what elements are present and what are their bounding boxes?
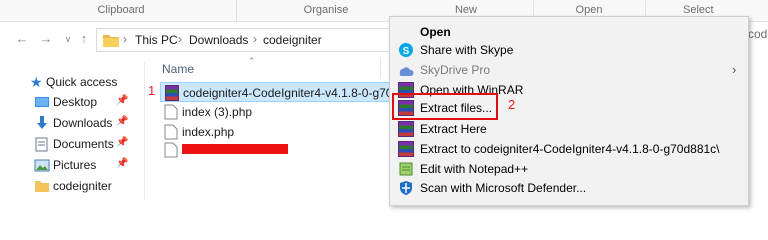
desktop-icon bbox=[35, 97, 49, 107]
notepad-plus-plus-icon bbox=[399, 162, 413, 176]
menu-item-extract-to-folder[interactable]: Extract to codeigniter4-CodeIgniter4-v4.… bbox=[390, 138, 748, 160]
sidebar-item-pictures[interactable]: Pictures 📌 bbox=[0, 155, 140, 175]
file-row-index-3-php[interactable]: index (3).php bbox=[160, 102, 390, 122]
file-name: index.php bbox=[182, 125, 235, 139]
winrar-archive-icon bbox=[165, 85, 179, 101]
sidebar-item-desktop[interactable]: Desktop 📌 bbox=[0, 92, 140, 112]
pin-icon[interactable]: 📌 bbox=[116, 95, 128, 106]
breadcrumb-codeigniter[interactable]: codeigniter bbox=[263, 33, 322, 47]
pin-icon[interactable]: 📌 bbox=[116, 116, 128, 127]
folder-icon bbox=[35, 181, 49, 192]
menu-item-skydrive-pro[interactable]: SkyDrive Pro › bbox=[390, 59, 748, 81]
pin-icon[interactable]: 📌 bbox=[116, 137, 128, 148]
file-icon bbox=[164, 142, 178, 158]
search-box-fragment[interactable]: code bbox=[748, 27, 768, 41]
menu-item-extract-here[interactable]: Extract Here bbox=[390, 118, 748, 140]
ribbon-group-open: Open bbox=[575, 4, 603, 16]
breadcrumb-this-pc[interactable]: This PC bbox=[135, 33, 178, 47]
pin-icon[interactable]: 📌 bbox=[116, 158, 128, 169]
menu-item-label: SkyDrive Pro bbox=[420, 63, 491, 77]
file-name: index (3).php bbox=[182, 105, 253, 119]
sidebar-item-documents[interactable]: Documents 📌 bbox=[0, 134, 140, 154]
back-arrow-icon[interactable]: ← bbox=[14, 31, 30, 47]
php-file-icon bbox=[164, 104, 178, 120]
folder-icon bbox=[103, 35, 119, 47]
annotation-step-1: 1 bbox=[148, 83, 156, 98]
skydrive-icon bbox=[399, 67, 414, 76]
file-row-index-php[interactable]: index.php bbox=[160, 122, 390, 142]
download-arrow-icon bbox=[37, 116, 47, 129]
breadcrumb-separator-icon: › bbox=[253, 32, 257, 46]
file-row-zip-archive[interactable]: codeigniter4-CodeIgniter4-v4.1.8-0-g70d.… bbox=[160, 82, 409, 102]
menu-item-label: Extract Here bbox=[420, 122, 487, 136]
column-separator[interactable] bbox=[380, 58, 381, 78]
sidebar-item-label: codeigniter bbox=[53, 179, 112, 193]
ribbon-separator bbox=[236, 0, 237, 22]
winrar-icon bbox=[398, 121, 414, 137]
menu-item-label: Share with Skype bbox=[420, 43, 514, 57]
menu-item-label: Extract to codeigniter4-CodeIgniter4-v4.… bbox=[420, 142, 720, 156]
annotation-step-2: 2 bbox=[508, 97, 516, 112]
ribbon-group-organise: Organise bbox=[303, 4, 349, 16]
pane-divider[interactable] bbox=[144, 62, 145, 200]
navigation-pane: ★ Quick access Desktop 📌 Downloads 📌 Doc… bbox=[0, 58, 140, 200]
menu-item-label: Scan with Microsoft Defender... bbox=[420, 181, 587, 195]
sidebar-item-label: Documents bbox=[53, 137, 114, 151]
menu-item-share-with-skype[interactable]: S Share with Skype bbox=[390, 39, 748, 61]
sidebar-item-codeigniter[interactable]: codeigniter bbox=[0, 176, 140, 196]
sort-ascending-icon: ⌃ bbox=[248, 56, 256, 66]
forward-arrow-icon[interactable]: → bbox=[38, 31, 54, 47]
star-icon: ★ bbox=[30, 74, 43, 90]
sidebar-item-quick-access[interactable]: ★ Quick access bbox=[0, 72, 140, 92]
ribbon-group-select: Select bbox=[683, 4, 714, 16]
sidebar-item-label: Quick access bbox=[46, 75, 118, 89]
breadcrumb-separator-icon: › bbox=[123, 32, 127, 46]
php-file-icon bbox=[164, 124, 178, 140]
menu-item-scan-with-defender[interactable]: Scan with Microsoft Defender... bbox=[390, 177, 748, 199]
menu-item-label: Edit with Notepad++ bbox=[420, 162, 529, 176]
svg-text:S: S bbox=[403, 46, 410, 57]
column-header-name[interactable]: Name bbox=[162, 62, 194, 76]
defender-shield-icon bbox=[400, 181, 412, 195]
up-arrow-icon[interactable]: ↑ bbox=[76, 31, 92, 47]
documents-icon bbox=[35, 137, 48, 152]
sidebar-item-label: Desktop bbox=[53, 95, 98, 109]
ribbon-group-clipboard: Clipboard bbox=[97, 4, 145, 16]
breadcrumb-downloads[interactable]: Downloads bbox=[189, 33, 248, 47]
redaction-bar bbox=[182, 144, 288, 154]
sidebar-item-label: Pictures bbox=[53, 158, 97, 172]
file-name: codeigniter4-CodeIgniter4-v4.1.8-0-g70d.… bbox=[183, 86, 410, 100]
winrar-icon bbox=[398, 141, 414, 157]
breadcrumb-separator-icon: › bbox=[178, 32, 182, 46]
submenu-arrow-icon: › bbox=[732, 62, 737, 77]
annotation-highlight-box bbox=[392, 93, 498, 120]
sidebar-item-downloads[interactable]: Downloads 📌 bbox=[0, 113, 140, 133]
recent-locations-chevron-icon[interactable]: ∨ bbox=[60, 31, 76, 47]
ribbon-group-new: New bbox=[454, 4, 477, 16]
menu-item-label: Open bbox=[420, 25, 451, 39]
sidebar-item-label: Downloads bbox=[53, 116, 113, 130]
skype-icon: S bbox=[399, 43, 413, 57]
pictures-icon bbox=[34, 159, 50, 172]
